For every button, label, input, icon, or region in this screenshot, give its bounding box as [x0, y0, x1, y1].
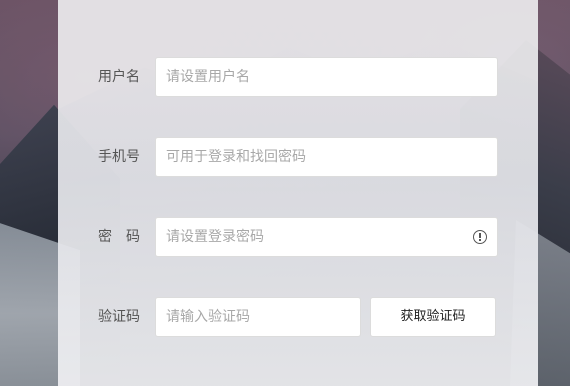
password-row: 密 码 — [58, 217, 538, 257]
username-field-wrapper — [155, 57, 498, 97]
info-circle-icon[interactable] — [473, 230, 487, 244]
verification-row: 验证码 获取验证码 — [58, 297, 538, 337]
phone-row: 手机号 — [58, 137, 538, 177]
verification-code-input[interactable] — [156, 298, 360, 336]
phone-input[interactable] — [156, 138, 497, 176]
username-row: 用户名 — [58, 57, 538, 97]
phone-field-wrapper — [155, 137, 498, 177]
password-label: 密 码 — [98, 229, 140, 245]
registration-panel: 用户名 手机号 密 码 验证码 获取验证码 — [58, 0, 538, 386]
username-label: 用户名 — [98, 69, 140, 85]
verification-label: 验证码 — [98, 309, 140, 325]
phone-label: 手机号 — [98, 149, 140, 165]
password-field-wrapper — [155, 217, 498, 257]
username-input[interactable] — [156, 58, 497, 96]
get-verification-code-button[interactable]: 获取验证码 — [370, 297, 496, 337]
verification-field-wrapper — [155, 297, 361, 337]
password-input[interactable] — [156, 218, 497, 256]
